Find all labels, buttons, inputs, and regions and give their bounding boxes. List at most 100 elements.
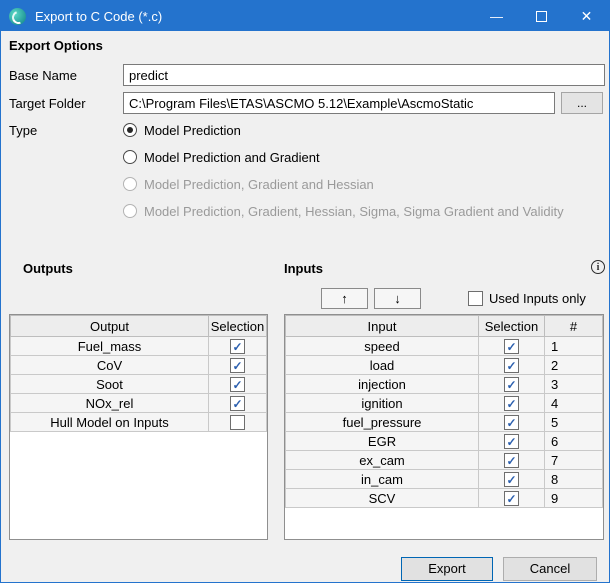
table-row: ignition ✓ 4 <box>286 394 603 413</box>
maximize-button[interactable] <box>519 1 564 31</box>
output-name: Hull Model on Inputs <box>11 413 209 432</box>
table-row: Fuel_mass ✓ <box>11 337 267 356</box>
table-header-row: Output Selection <box>11 316 267 337</box>
window-controls: — ✕ <box>474 1 609 31</box>
titlebar[interactable]: Export to C Code (*.c) — ✕ <box>1 1 609 31</box>
input-number: 9 <box>545 489 603 508</box>
input-name: speed <box>286 337 479 356</box>
radio-model-prediction-full[interactable]: Model Prediction, Gradient, Hessian, Sig… <box>123 202 564 220</box>
radio-icon <box>123 150 137 164</box>
row-checkbox[interactable]: ✓ <box>230 415 245 430</box>
input-name: EGR <box>286 432 479 451</box>
input-selection-cell: ✓ <box>479 489 545 508</box>
move-down-button[interactable]: ↓ <box>374 288 421 309</box>
table-row: CoV ✓ <box>11 356 267 375</box>
output-name: Soot <box>11 375 209 394</box>
target-folder-label: Target Folder <box>9 96 86 111</box>
input-name: ex_cam <box>286 451 479 470</box>
checkbox-icon: ✓ <box>468 291 483 306</box>
row-checkbox[interactable]: ✓ <box>230 377 245 392</box>
row-checkbox[interactable]: ✓ <box>504 358 519 373</box>
input-name: ignition <box>286 394 479 413</box>
input-selection-cell: ✓ <box>479 413 545 432</box>
input-number: 3 <box>545 375 603 394</box>
minimize-button[interactable]: — <box>474 1 519 31</box>
outputs-col-selection: Selection <box>209 316 267 337</box>
used-inputs-only-label: Used Inputs only <box>489 291 586 306</box>
radio-model-prediction-gradient[interactable]: Model Prediction and Gradient <box>123 148 564 166</box>
table-row: SCV ✓ 9 <box>286 489 603 508</box>
close-icon: ✕ <box>581 8 593 25</box>
outputs-table: Output Selection Fuel_mass ✓ CoV ✓ Soot … <box>9 314 268 540</box>
table-row: injection ✓ 3 <box>286 375 603 394</box>
inputs-table: Input Selection # speed ✓ 1 load ✓ 2 inj… <box>284 314 604 540</box>
radio-model-prediction[interactable]: Model Prediction <box>123 121 564 139</box>
input-selection-cell: ✓ <box>479 432 545 451</box>
input-name: injection <box>286 375 479 394</box>
move-up-button[interactable]: ↑ <box>321 288 368 309</box>
row-checkbox[interactable]: ✓ <box>504 339 519 354</box>
info-icon[interactable]: i <box>591 260 605 274</box>
input-selection-cell: ✓ <box>479 337 545 356</box>
row-checkbox[interactable]: ✓ <box>504 434 519 449</box>
base-name-input[interactable] <box>123 64 605 86</box>
input-name: load <box>286 356 479 375</box>
inputs-col-input: Input <box>286 316 479 337</box>
output-name: Fuel_mass <box>11 337 209 356</box>
input-selection-cell: ✓ <box>479 470 545 489</box>
row-checkbox[interactable]: ✓ <box>504 453 519 468</box>
inputs-col-selection: Selection <box>479 316 545 337</box>
row-checkbox[interactable]: ✓ <box>504 377 519 392</box>
inputs-heading: Inputs <box>284 261 323 276</box>
minimize-icon: — <box>490 9 503 24</box>
row-checkbox[interactable]: ✓ <box>230 339 245 354</box>
table-row: Soot ✓ <box>11 375 267 394</box>
radio-label: Model Prediction <box>144 123 241 138</box>
input-selection-cell: ✓ <box>479 394 545 413</box>
radio-icon <box>123 123 137 137</box>
inputs-col-number: # <box>545 316 603 337</box>
table-header-row: Input Selection # <box>286 316 603 337</box>
table-row: in_cam ✓ 8 <box>286 470 603 489</box>
app-icon <box>9 8 26 25</box>
page-title: Export Options <box>9 38 103 53</box>
output-selection-cell: ✓ <box>209 337 267 356</box>
input-number: 4 <box>545 394 603 413</box>
input-selection-cell: ✓ <box>479 375 545 394</box>
row-checkbox[interactable]: ✓ <box>504 472 519 487</box>
window-title: Export to C Code (*.c) <box>35 9 162 24</box>
row-checkbox[interactable]: ✓ <box>230 396 245 411</box>
radio-label: Model Prediction, Gradient, Hessian, Sig… <box>144 204 564 219</box>
table-row: EGR ✓ 6 <box>286 432 603 451</box>
table-row: Hull Model on Inputs ✓ <box>11 413 267 432</box>
radio-model-prediction-gradient-hessian[interactable]: Model Prediction, Gradient and Hessian <box>123 175 564 193</box>
target-folder-input[interactable] <box>123 92 555 114</box>
radio-icon <box>123 177 137 191</box>
input-selection-cell: ✓ <box>479 356 545 375</box>
output-name: NOx_rel <box>11 394 209 413</box>
type-label: Type <box>9 123 37 138</box>
output-selection-cell: ✓ <box>209 394 267 413</box>
output-selection-cell: ✓ <box>209 375 267 394</box>
arrow-down-icon: ↓ <box>394 291 401 306</box>
row-checkbox[interactable]: ✓ <box>230 358 245 373</box>
type-radio-group: Model Prediction Model Prediction and Gr… <box>123 121 564 229</box>
browse-button[interactable]: ... <box>561 92 603 114</box>
output-selection-cell: ✓ <box>209 356 267 375</box>
used-inputs-only-checkbox[interactable]: ✓ Used Inputs only <box>468 291 586 306</box>
base-name-label: Base Name <box>9 68 77 83</box>
table-row: ex_cam ✓ 7 <box>286 451 603 470</box>
outputs-heading: Outputs <box>23 261 73 276</box>
cancel-button[interactable]: Cancel <box>503 557 597 581</box>
export-button[interactable]: Export <box>401 557 493 581</box>
info-glyph: i <box>597 262 600 273</box>
close-button[interactable]: ✕ <box>564 1 609 31</box>
row-checkbox[interactable]: ✓ <box>504 491 519 506</box>
row-checkbox[interactable]: ✓ <box>504 396 519 411</box>
radio-icon <box>123 204 137 218</box>
radio-label: Model Prediction, Gradient and Hessian <box>144 177 374 192</box>
table-row: fuel_pressure ✓ 5 <box>286 413 603 432</box>
row-checkbox[interactable]: ✓ <box>504 415 519 430</box>
input-number: 5 <box>545 413 603 432</box>
arrow-up-icon: ↑ <box>341 291 348 306</box>
